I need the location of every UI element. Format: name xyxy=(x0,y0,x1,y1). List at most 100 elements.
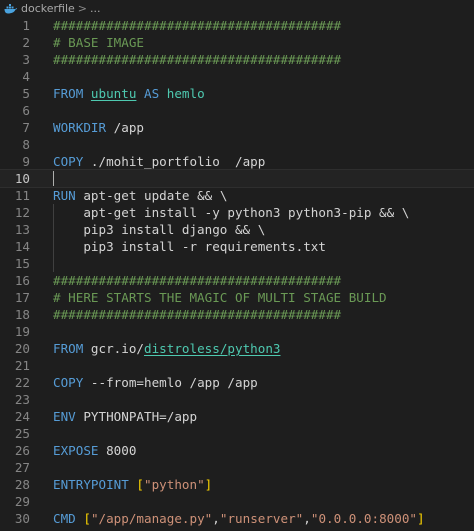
line-number: 7 xyxy=(22,120,30,135)
code-text: ###################################### xyxy=(53,51,341,68)
line-number: 22 xyxy=(14,375,30,390)
code-token-keyword: AS xyxy=(136,86,167,101)
line-number: 2 xyxy=(22,35,30,50)
code-line[interactable]: 22 COPY --from=hemlo /app /app xyxy=(0,374,474,391)
code-text: EXPOSE 8000 xyxy=(53,442,136,459)
code-token-keyword: COPY xyxy=(53,154,91,169)
line-number: 25 xyxy=(14,426,30,441)
code-line[interactable]: 23 xyxy=(0,391,474,408)
code-line[interactable]: 29 xyxy=(0,493,474,510)
code-line[interactable]: 15 xyxy=(0,255,474,272)
line-number: 26 xyxy=(14,443,30,458)
code-text: FROM ubuntu AS hemlo xyxy=(53,85,205,102)
code-line[interactable]: 28 ENTRYPOINT ["python"] xyxy=(0,476,474,493)
code-token-keyword: COPY xyxy=(53,375,91,390)
code-token-string: "runserver" xyxy=(219,511,304,526)
code-text: ###################################### xyxy=(53,306,341,323)
code-line[interactable]: 20 FROM gcr.io/distroless/python3 xyxy=(0,340,474,357)
code-line[interactable]: 19 xyxy=(0,323,474,340)
code-token-keyword: ENV xyxy=(53,409,84,424)
line-number: 8 xyxy=(22,137,30,152)
code-line[interactable]: 6 xyxy=(0,102,474,119)
code-token-plain: 8000 xyxy=(106,443,137,458)
code-line[interactable]: 17 # HERE STARTS THE MAGIC OF MULTI STAGE… xyxy=(0,289,474,306)
line-number: 20 xyxy=(14,341,30,356)
line-number: 18 xyxy=(14,307,30,322)
line-number: 12 xyxy=(14,205,30,220)
line-number: 11 xyxy=(14,188,30,203)
docker-whale-icon xyxy=(4,3,17,13)
line-number: 9 xyxy=(22,154,30,169)
line-number: 21 xyxy=(14,358,30,373)
code-text: pip3 install django && \ xyxy=(53,221,265,238)
code-token-string: "0.0.0.0:8000" xyxy=(310,511,418,526)
code-token-comment: ###################################### xyxy=(53,307,342,322)
code-line[interactable]: 25 xyxy=(0,425,474,442)
code-line[interactable]: 2 # BASE IMAGE xyxy=(0,34,474,51)
code-line[interactable]: 4 xyxy=(0,68,474,85)
code-token-keyword: ENTRYPOINT xyxy=(53,477,137,492)
line-number: 3 xyxy=(22,52,30,67)
code-token-bracket: [ xyxy=(136,477,144,492)
code-text: CMD ["/app/manage.py","runserver","0.0.0… xyxy=(53,510,425,527)
code-line[interactable]: 9 COPY ./mohit_portfolio /app xyxy=(0,153,474,170)
code-token-plain: apt-get update && \ xyxy=(83,188,228,203)
code-line[interactable]: 14 pip3 install -r requirements.txt xyxy=(0,238,474,255)
code-token-bracket: [ xyxy=(83,511,91,526)
code-line[interactable]: 24 ENV PYTHONPATH=/app xyxy=(0,408,474,425)
code-token-string: "python" xyxy=(144,477,205,492)
code-token-bracket: ] xyxy=(417,511,425,526)
code-text: ENTRYPOINT ["python"] xyxy=(53,476,212,493)
code-line[interactable]: 3 ###################################### xyxy=(0,51,474,68)
code-token-comment: # HERE STARTS THE MAGIC OF MULTI STAGE B… xyxy=(53,290,387,305)
code-line[interactable]: 5 FROM ubuntu AS hemlo xyxy=(0,85,474,102)
code-line[interactable]: 26 EXPOSE 8000 xyxy=(0,442,474,459)
code-token-keyword: FROM xyxy=(53,341,91,356)
code-token-comment: ###################################### xyxy=(53,18,342,33)
code-text: ###################################### xyxy=(53,17,341,34)
line-number: 10 xyxy=(14,171,30,186)
code-token-image: ubuntu xyxy=(90,86,137,101)
code-line[interactable]: 1 ###################################### xyxy=(0,17,474,34)
code-line[interactable]: 8 xyxy=(0,136,474,153)
code-line[interactable]: 21 xyxy=(0,357,474,374)
code-token-plain: pip3 install -r requirements.txt xyxy=(53,239,326,254)
code-text: apt-get install -y python3 python3-pip &… xyxy=(53,204,409,221)
code-token-keyword: FROM xyxy=(53,86,91,101)
line-number: 28 xyxy=(14,477,30,492)
code-token-plain: /app xyxy=(113,120,145,135)
code-token-plain: pip3 install django && \ xyxy=(53,222,266,237)
line-number: 14 xyxy=(14,239,30,254)
code-line[interactable]: 11 RUN apt-get update && \ xyxy=(0,187,474,204)
breadcrumb-more[interactable]: ... xyxy=(90,2,101,15)
code-token-comment: ###################################### xyxy=(53,273,342,288)
code-line[interactable]: 13 pip3 install django && \ xyxy=(0,221,474,238)
code-line[interactable]: 10 xyxy=(0,169,474,188)
code-token-plain: apt-get install -y python3 python3-pip &… xyxy=(53,205,410,220)
code-line[interactable]: 30 CMD ["/app/manage.py","runserver","0.0… xyxy=(0,510,474,527)
line-number: 24 xyxy=(14,409,30,424)
code-token-plain: --from=hemlo /app /app xyxy=(90,375,258,390)
code-line[interactable]: 18 ###################################### xyxy=(0,306,474,323)
code-token-keyword: CMD xyxy=(53,511,84,526)
code-line[interactable]: 12 apt-get install -y python3 python3-pi… xyxy=(0,204,474,221)
line-number: 16 xyxy=(14,273,30,288)
line-number: 29 xyxy=(14,494,30,509)
code-token-string: "/app/manage.py" xyxy=(90,511,213,526)
code-text: pip3 install -r requirements.txt xyxy=(53,238,326,255)
breadcrumb-file[interactable]: dockerfile xyxy=(21,2,75,15)
code-token-comment: ###################################### xyxy=(53,52,342,67)
code-line[interactable]: 7 WORKDIR /app xyxy=(0,119,474,136)
breadcrumb-separator: > xyxy=(77,2,87,15)
line-number: 1 xyxy=(22,18,30,33)
code-line[interactable]: 16 ###################################### xyxy=(0,272,474,289)
code-text: FROM gcr.io/distroless/python3 xyxy=(53,340,280,357)
code-line[interactable]: 27 xyxy=(0,459,474,476)
line-number: 30 xyxy=(14,511,30,526)
code-token-keyword: RUN xyxy=(53,188,84,203)
line-number: 17 xyxy=(14,290,30,305)
code-token-keyword: WORKDIR xyxy=(53,120,114,135)
code-editor[interactable]: 1 ###################################### 2… xyxy=(0,17,474,531)
code-token-plain: , xyxy=(303,511,311,526)
code-text: # HERE STARTS THE MAGIC OF MULTI STAGE B… xyxy=(53,289,387,306)
